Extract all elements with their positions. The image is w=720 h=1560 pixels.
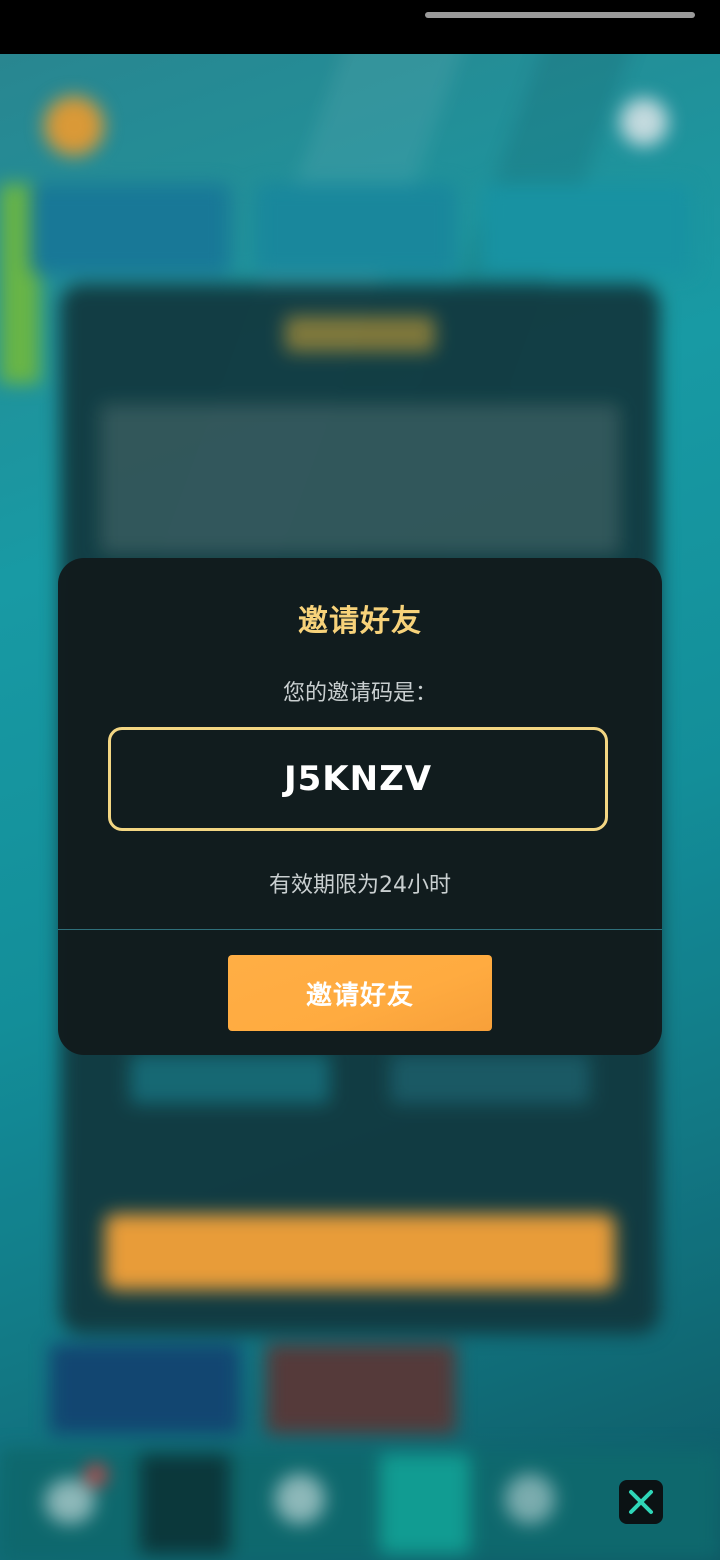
invite-friends-button-label: 邀请好友 <box>305 980 414 1011</box>
invite-friends-button[interactable]: 邀请好友 <box>228 955 492 1031</box>
home-indicator <box>425 12 695 18</box>
validity-note: 有效期限为24小时 <box>269 873 451 898</box>
invite-code-box[interactable]: J5KNZV <box>108 727 608 831</box>
dialog-title: 邀请好友 <box>298 604 422 639</box>
invite-friends-dialog: 邀请好友 您的邀请码是： J5KNZV 有效期限为24小时 邀请好友 <box>58 558 662 1055</box>
invite-code[interactable]: J5KNZV <box>284 759 432 799</box>
invite-code-label: 您的邀请码是： <box>282 681 437 706</box>
close-icon <box>629 1490 653 1514</box>
status-bar <box>0 0 720 54</box>
divider <box>58 929 662 930</box>
close-button[interactable] <box>619 1480 663 1524</box>
